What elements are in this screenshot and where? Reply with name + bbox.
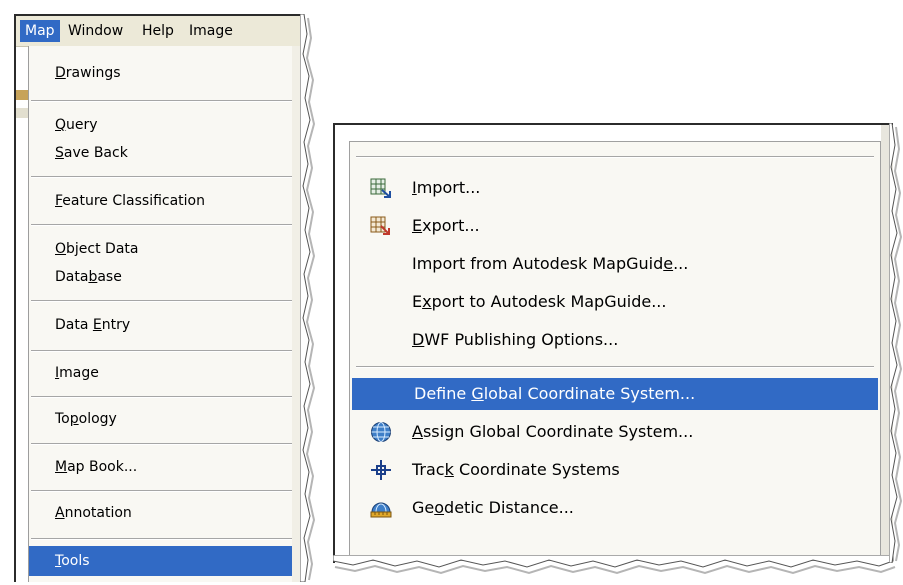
menu-item-label: Annotation [55,505,132,521]
import-icon [370,178,391,198]
menu-item-tools[interactable]: Tools [29,546,304,576]
menu-item-feature-classification[interactable]: Feature Classification [29,186,304,216]
menu-item-geodetic-distance[interactable]: Geodetic Distance... [350,492,880,524]
menu-item-label: Map Book... [55,459,138,475]
globe-icon [371,422,391,442]
torn-edge-decoration [300,14,316,582]
menu-item-label: Import... [412,178,481,197]
menu-item-label: Track Coordinate Systems [412,460,620,479]
background-toolbar-strip [16,108,28,118]
menu-item-query[interactable]: Query [29,110,304,140]
menu-item-label: DWF Publishing Options... [412,330,619,349]
menu-item-database[interactable]: Database [29,262,304,292]
menubar-image[interactable]: Image [184,20,238,42]
menu-item-label: Feature Classification [55,193,205,209]
menu-item-label: Data Entry [55,317,131,333]
menu-separator [31,396,303,398]
tools-submenu: Import... Export... Import from Autodesk… [349,141,881,561]
background-toolbar-strip [16,90,28,100]
menu-item-label: Save Back [55,145,128,161]
menubar-map[interactable]: Map [20,20,60,42]
menu-item-assign-global-coordinate-system[interactable]: Assign Global Coordinate System... [350,416,880,448]
menu-item-object-data[interactable]: Object Data [29,234,304,264]
menubar-window[interactable]: Window [63,20,128,42]
menu-separator [31,100,303,102]
tools-submenu-panel: Import... Export... Import from Autodesk… [333,123,903,585]
menu-bar: Map Window Help Image [16,16,304,47]
menu-item-import[interactable]: Import... [350,172,880,204]
menu-item-save-back[interactable]: Save Back [29,138,304,168]
menu-item-label: Drawings [55,65,121,81]
torn-edge-decoration [889,123,903,563]
menu-item-track-coordinate-systems[interactable]: Track Coordinate Systems [350,454,880,486]
map-menu-window: Map Window Help Image Drawings Query Sav… [14,14,304,582]
menu-item-label: Define Global Coordinate System... [414,384,696,403]
menu-item-label: Geodetic Distance... [412,498,574,517]
crosshair-icon [371,460,391,480]
menu-separator [31,176,303,178]
menu-item-label: Topology [55,411,117,427]
menu-item-map-book[interactable]: Map Book... [29,452,304,482]
menu-item-import-mapguide[interactable]: Import from Autodesk MapGuide... [350,248,880,280]
menu-item-topology[interactable]: Topology [29,404,304,434]
menu-separator [356,366,874,368]
map-dropdown-menu: Drawings Query Save Back Feature Classif… [28,46,304,582]
torn-edge-decoration [333,555,896,575]
menu-item-label: Database [55,269,122,285]
menu-item-label: Import from Autodesk MapGuide... [412,254,689,273]
menu-item-label: Image [55,365,99,381]
tools-submenu-window: Import... Export... Import from Autodesk… [333,123,893,563]
map-menu-panel: Map Window Help Image Drawings Query Sav… [14,14,320,582]
menu-item-image[interactable]: Image [29,358,304,388]
menu-item-export-mapguide[interactable]: Export to Autodesk MapGuide... [350,286,880,318]
menu-separator [31,443,303,445]
menu-item-annotation[interactable]: Annotation [29,498,304,528]
export-icon [370,216,390,235]
menu-separator [31,224,303,226]
menu-item-export[interactable]: Export... [350,210,880,242]
menu-item-label: Export... [412,216,480,235]
menu-item-label: Tools [55,553,90,569]
menu-separator [31,490,303,492]
menu-item-define-global-coordinate-system[interactable]: Define Global Coordinate System... [352,378,878,410]
geodetic-distance-icon [370,502,392,518]
menu-item-label: Export to Autodesk MapGuide... [412,292,667,311]
menu-item-label: Query [55,117,98,133]
menu-separator [31,538,303,540]
menu-item-label: Assign Global Coordinate System... [412,422,694,441]
menu-separator [31,350,303,352]
menu-item-data-entry[interactable]: Data Entry [29,310,304,340]
menubar-help[interactable]: Help [137,20,179,42]
menu-item-drawings[interactable]: Drawings [29,58,304,88]
menu-separator [356,156,874,158]
menu-separator [31,300,303,302]
menu-item-label: Object Data [55,241,139,257]
menu-item-dwf-publishing-options[interactable]: DWF Publishing Options... [350,324,880,356]
